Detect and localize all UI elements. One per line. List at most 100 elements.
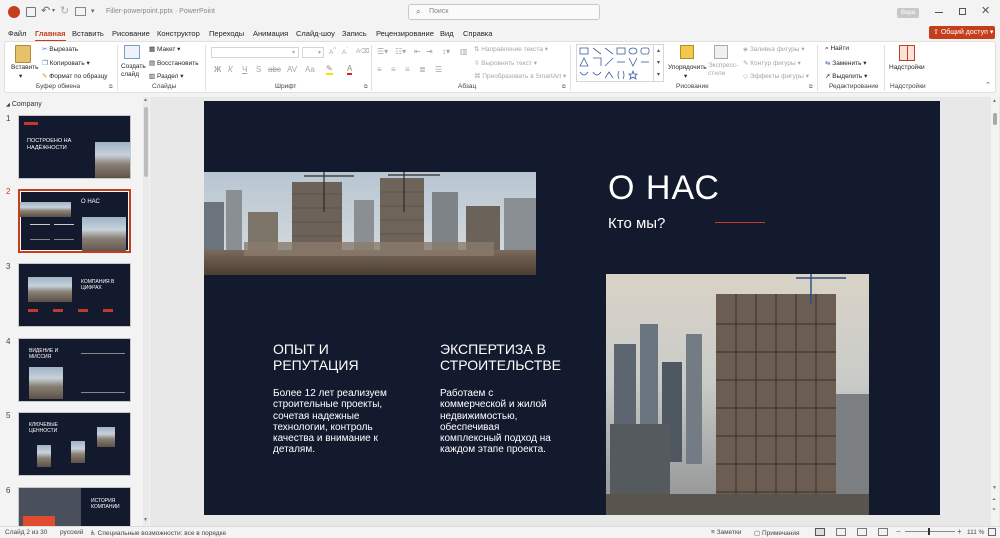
undo-icon[interactable]: ↶ (41, 4, 50, 17)
reading-view-icon[interactable] (857, 528, 867, 536)
tab-review[interactable]: Рецензирование (376, 29, 434, 38)
shrink-font-icon[interactable]: Aˇ (342, 47, 348, 56)
drawing-launcher-icon[interactable]: ⧉ (809, 84, 813, 90)
tab-insert[interactable]: Вставить (72, 29, 104, 38)
paste-icon[interactable] (15, 45, 31, 63)
paste-button[interactable]: Вставить (11, 64, 39, 71)
column1-heading[interactable]: ОПЫТ И РЕПУТАЦИЯ (273, 341, 403, 373)
share-button[interactable]: ⇧ Общий доступ ▾ (929, 26, 995, 39)
distributed-icon[interactable]: ☰ (435, 65, 442, 74)
minimize-icon[interactable] (935, 12, 943, 13)
align-right-icon[interactable]: ≡ (405, 65, 410, 74)
align-text-button[interactable]: ⇳ Выровнять текст ▾ (474, 59, 537, 67)
format-painter-button[interactable]: ✎ Формат по образцу (42, 72, 108, 80)
save-icon[interactable] (26, 7, 36, 17)
font-size-field[interactable]: ▾ (302, 47, 324, 58)
cut-button[interactable]: ✂ Вырезать (42, 45, 78, 53)
zoom-slider[interactable] (905, 528, 955, 535)
section-header[interactable]: ◢ Company (6, 101, 42, 108)
change-case-icon[interactable]: Aa (305, 65, 315, 74)
zoom-out-icon[interactable]: − (896, 527, 901, 536)
zoom-in-icon[interactable]: + (957, 527, 962, 536)
tab-design[interactable]: Конструктор (157, 29, 200, 38)
shape-fill-button[interactable]: ◈ Заливка фигуры ▾ (743, 45, 805, 53)
replace-button[interactable]: ⇆ Заменить ▾ (825, 59, 867, 67)
layout-button[interactable]: ▦ Макет ▾ (149, 45, 180, 53)
numbering-icon[interactable]: ☷▾ (395, 47, 406, 56)
column2-body[interactable]: Работаем с коммерческой и жилой недвижим… (440, 388, 560, 456)
shadow-icon[interactable]: S (256, 65, 261, 74)
slide-canvas[interactable]: О НАС Кто мы? ОПЫТ И РЕПУТАЦИЯ Более 12 … (204, 101, 940, 515)
tab-view[interactable]: Вид (440, 29, 454, 38)
paste-dropdown-icon[interactable]: ▾ (19, 72, 22, 80)
align-left-icon[interactable]: ≡ (377, 65, 382, 74)
scroll-down-icon[interactable]: ▼ (992, 485, 997, 491)
panel-scrollbar[interactable]: ▲ ▼ (143, 97, 149, 526)
text-direction-button[interactable]: ⇅ Направление текста ▾ (474, 45, 548, 53)
undo-dropdown-icon[interactable]: ▾ (52, 7, 55, 14)
redo-icon[interactable]: ↻ (60, 4, 69, 17)
tab-help[interactable]: Справка (463, 29, 492, 38)
shapes-gallery[interactable] (576, 44, 664, 82)
collapse-ribbon-icon[interactable]: ⌃ (985, 81, 991, 89)
slide-thumbnail-selected[interactable]: О НАС (18, 189, 131, 253)
editor-scroll-thumb[interactable] (993, 113, 997, 125)
reset-button[interactable]: ▤ Восстановить (149, 59, 199, 67)
spacing-icon[interactable]: AV (287, 65, 297, 74)
customize-toolbar-icon[interactable]: ▾ (91, 7, 95, 15)
slideshow-icon[interactable] (878, 528, 888, 536)
present-icon[interactable] (75, 7, 86, 16)
bold-icon[interactable]: Ж (214, 65, 221, 74)
slide-thumbnail[interactable]: ИСТОРИЯ КОМПАНИИ (18, 487, 131, 526)
shapes-more-icon[interactable]: ▴ ▾ ▾ (653, 44, 664, 82)
slide-subtitle[interactable]: Кто мы? (608, 215, 665, 232)
clipboard-launcher-icon[interactable]: ⧉ (109, 84, 113, 90)
addins-button[interactable]: Надстройки (889, 64, 925, 71)
zoom-slider-thumb[interactable] (928, 528, 930, 535)
copy-button[interactable]: ❐ Копировать ▾ (42, 59, 90, 67)
zoom-level[interactable]: 111 % (967, 529, 984, 536)
scroll-down-icon[interactable]: ▼ (143, 517, 148, 523)
find-button[interactable]: ⌕ Найти (825, 45, 849, 53)
slide-title[interactable]: О НАС (608, 169, 720, 208)
font-launcher-icon[interactable]: ⧉ (364, 84, 368, 90)
tab-record[interactable]: Запись (342, 29, 367, 38)
tab-draw[interactable]: Рисование (112, 29, 150, 38)
slide-thumbnail[interactable]: КОМПАНИЯ В ЦИФРАХ (18, 263, 131, 327)
indent-icon[interactable]: ⇥ (426, 47, 433, 56)
tab-slideshow[interactable]: Слайд-шоу (296, 29, 335, 38)
arrange-dropdown-icon[interactable]: ▾ (684, 72, 687, 80)
construction-photo-wide[interactable] (204, 172, 536, 275)
accessibility-status[interactable]: ♿ Специальные возможности: все в порядке (90, 529, 226, 537)
italic-icon[interactable]: К (228, 65, 233, 74)
editor-scrollbar[interactable]: ▲ ▼ ⏶ ⏷ (991, 97, 999, 526)
quick-styles-icon[interactable] (714, 45, 728, 59)
comments-button[interactable]: ▢ Примечания (754, 529, 800, 537)
section-button[interactable]: ▥ Раздел ▾ (149, 72, 184, 80)
bullets-icon[interactable]: ☰▾ (377, 47, 388, 56)
search-box[interactable]: ⌕ Поиск (408, 4, 600, 20)
line-spacing-icon[interactable]: ↕▾ (442, 47, 450, 56)
language-indicator[interactable]: русский (60, 529, 83, 536)
column1-body[interactable]: Более 12 лет реализуем строительные прое… (273, 388, 393, 456)
scroll-up-icon[interactable]: ▲ (143, 97, 148, 103)
outdent-icon[interactable]: ⇤ (414, 47, 421, 56)
notes-button[interactable]: ≡ Заметки (711, 529, 741, 536)
clear-format-icon[interactable]: A⌫ (356, 47, 370, 55)
column2-heading[interactable]: ЭКСПЕРТИЗА В СТРОИТЕЛЬСТВЕ (440, 341, 580, 373)
justify-icon[interactable]: ≣ (419, 65, 426, 74)
construction-photo-tall[interactable] (606, 274, 869, 515)
paragraph-launcher-icon[interactable]: ⧉ (562, 84, 566, 90)
addins-icon[interactable] (899, 45, 915, 61)
panel-scroll-thumb[interactable] (144, 107, 148, 177)
grow-font-icon[interactable]: A^ (329, 47, 336, 56)
columns-icon[interactable]: ▥ (460, 47, 468, 56)
arrange-icon[interactable] (680, 45, 694, 59)
align-center-icon[interactable]: ≡ (391, 65, 396, 74)
new-slide-button[interactable]: Создать слайд (121, 63, 146, 79)
maximize-icon[interactable] (959, 8, 966, 15)
user-badge[interactable]: Вера (897, 8, 919, 18)
previous-slide-icon[interactable]: ⏶ (992, 497, 996, 503)
close-icon[interactable]: ✕ (981, 4, 990, 17)
strikethrough-icon[interactable]: abc (268, 65, 281, 74)
